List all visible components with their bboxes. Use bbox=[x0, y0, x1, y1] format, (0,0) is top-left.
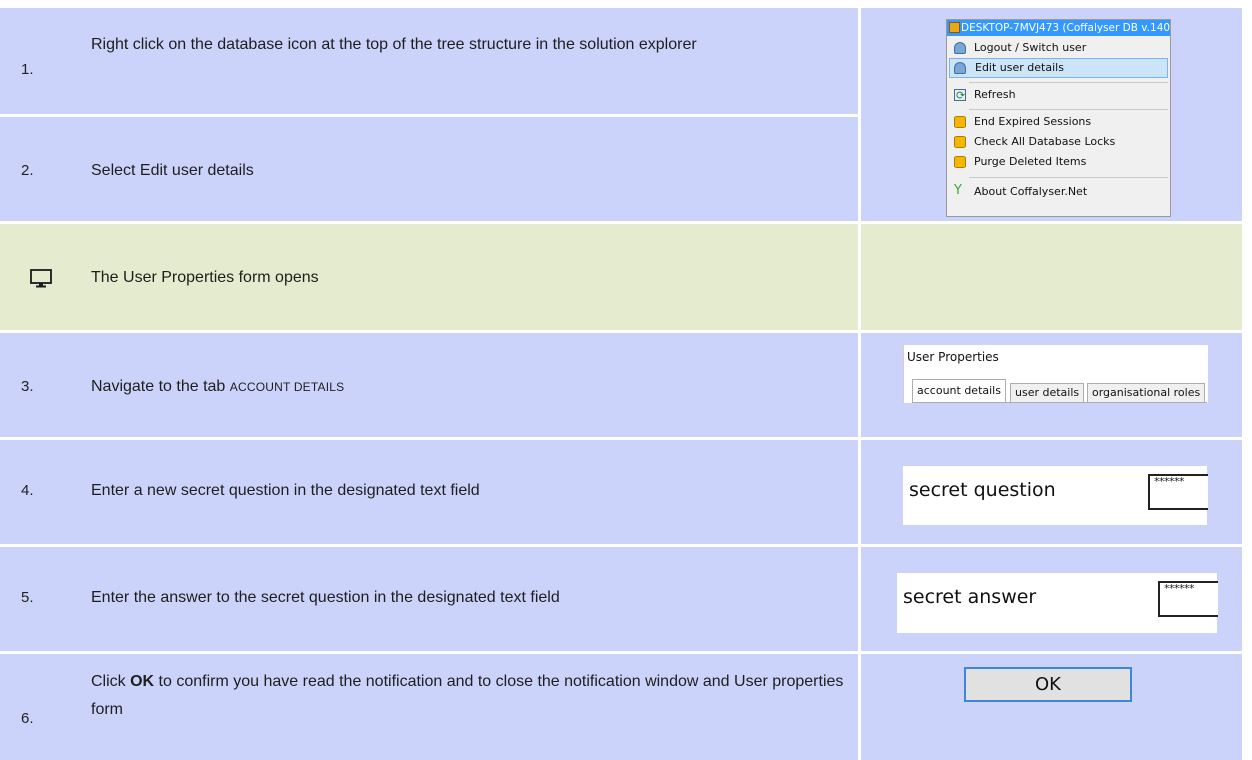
step-text-cell: Click OK to confirm you have read the no… bbox=[72, 654, 858, 760]
tab-name-account-details: ACCOUNT DETAILS bbox=[229, 380, 345, 394]
step-row-6: 6. Click OK to confirm you have read the… bbox=[0, 654, 1242, 760]
step-text: Enter a new secret question in the desig… bbox=[91, 482, 480, 499]
menu-separator bbox=[969, 177, 1168, 178]
step-number-cell: 2. bbox=[0, 117, 72, 221]
step-text-cell: Navigate to the tab ACCOUNT DETAILS bbox=[72, 333, 858, 437]
ok-button[interactable]: OK bbox=[964, 667, 1132, 702]
monitor-icon bbox=[30, 269, 52, 288]
info-text-cell: The User Properties form opens bbox=[72, 224, 858, 330]
step-number: 5. bbox=[21, 589, 34, 606]
secret-answer-field[interactable]: ****** bbox=[1158, 581, 1218, 617]
tab-account-details[interactable]: account details bbox=[912, 379, 1006, 403]
ok-button-screenshot-cell: OK bbox=[861, 654, 1242, 760]
context-menu-screenshot: DESKTOP-7MVJ473 (Coffalyser DB v.140 Log… bbox=[946, 19, 1171, 217]
menu-item-label: End Expired Sessions bbox=[974, 115, 1092, 128]
step-number-cell: 4. bbox=[0, 440, 72, 544]
context-menu-title-text: DESKTOP-7MVJ473 (Coffalyser DB v.140 bbox=[961, 22, 1170, 34]
user-icon bbox=[954, 42, 966, 54]
database-icon bbox=[954, 116, 966, 128]
menu-item-label: Check All Database Locks bbox=[974, 135, 1116, 148]
menu-item-label: Logout / Switch user bbox=[974, 41, 1087, 54]
tab-divider bbox=[912, 402, 1207, 403]
menu-item-purge-deleted-items[interactable]: Purge Deleted Items bbox=[949, 152, 1168, 172]
menu-item-refresh[interactable]: Refresh bbox=[949, 85, 1168, 106]
masked-value: ****** bbox=[1154, 475, 1185, 488]
step-row-3: 3. Navigate to the tab ACCOUNT DETAILS U… bbox=[0, 333, 1242, 437]
step-text-cell: Enter the answer to the secret question … bbox=[72, 547, 858, 651]
menu-item-edit-user-details[interactable]: Edit user details bbox=[949, 58, 1168, 78]
step-text: Navigate to the tab ACCOUNT DETAILS bbox=[91, 373, 344, 401]
step-row-5: 5. Enter the answer to the secret questi… bbox=[0, 547, 1242, 651]
step-number: 3. bbox=[21, 378, 34, 395]
step-text-cell: Select Edit user details bbox=[72, 117, 858, 221]
menu-item-about[interactable]: Y About Coffalyser.Net bbox=[949, 182, 1168, 202]
step-number: 6. bbox=[21, 710, 34, 727]
database-icon bbox=[949, 22, 960, 33]
step-number: 2. bbox=[21, 162, 34, 179]
user-properties-screenshot: User Properties account details user det… bbox=[903, 345, 1208, 403]
step-number-cell: 1. bbox=[0, 8, 72, 114]
masked-value: ****** bbox=[1164, 582, 1195, 595]
secret-question-screenshot: secret question ****** bbox=[903, 466, 1208, 525]
menu-item-label: About Coffalyser.Net bbox=[974, 185, 1088, 198]
step-number: 1. bbox=[21, 61, 34, 78]
context-menu-title: DESKTOP-7MVJ473 (Coffalyser DB v.140 bbox=[947, 20, 1170, 36]
step-row-4: 4. Enter a new secret question in the de… bbox=[0, 440, 1242, 544]
secret-question-field[interactable]: ****** bbox=[1148, 474, 1208, 510]
step-number-cell: 3. bbox=[0, 333, 72, 437]
menu-item-check-database-locks[interactable]: Check All Database Locks bbox=[949, 132, 1168, 152]
user-properties-screenshot-cell: User Properties account details user det… bbox=[861, 333, 1242, 437]
step-text-cell: Right click on the database icon at the … bbox=[72, 8, 858, 114]
tab-user-details[interactable]: user details bbox=[1010, 383, 1085, 403]
menu-item-end-expired-sessions[interactable]: End Expired Sessions bbox=[949, 112, 1168, 132]
database-icon bbox=[954, 156, 966, 168]
refresh-icon bbox=[954, 86, 966, 106]
secret-question-label: secret question bbox=[909, 479, 1056, 501]
step-text-prefix: Click bbox=[91, 673, 131, 690]
database-icon bbox=[954, 136, 966, 148]
step-number-cell: 6. bbox=[0, 654, 72, 760]
menu-item-label: Purge Deleted Items bbox=[974, 155, 1087, 168]
info-image-cell bbox=[861, 224, 1242, 330]
step-number-cell: 5. bbox=[0, 547, 72, 651]
step-text-cell: Enter a new secret question in the desig… bbox=[72, 440, 858, 544]
secret-answer-screenshot: secret answer ****** bbox=[897, 573, 1218, 633]
info-row: The User Properties form opens bbox=[0, 224, 1242, 330]
secret-answer-screenshot-cell: secret answer ****** bbox=[861, 547, 1242, 651]
step-number: 4. bbox=[21, 482, 34, 499]
step-text: Right click on the database icon at the … bbox=[91, 36, 697, 53]
secret-question-screenshot-cell: secret question ****** bbox=[861, 440, 1242, 544]
context-menu-screenshot-cell: DESKTOP-7MVJ473 (Coffalyser DB v.140 Log… bbox=[861, 8, 1242, 221]
info-text: The User Properties form opens bbox=[91, 269, 319, 286]
tab-organisational-roles[interactable]: organisational roles bbox=[1087, 383, 1206, 403]
user-properties-title: User Properties bbox=[907, 350, 999, 364]
user-icon bbox=[954, 62, 966, 74]
coffalyser-logo-icon: Y bbox=[954, 183, 962, 198]
ok-keyword: OK bbox=[130, 673, 155, 690]
step-text: Enter the answer to the secret question … bbox=[91, 589, 560, 606]
menu-item-label: Edit user details bbox=[975, 61, 1064, 74]
info-icon-cell bbox=[0, 224, 72, 330]
step-text: Click OK to confirm you have read the no… bbox=[91, 668, 851, 724]
step-text: Select Edit user details bbox=[91, 162, 254, 179]
menu-item-label: Refresh bbox=[974, 88, 1016, 101]
secret-answer-label: secret answer bbox=[903, 586, 1037, 608]
step-text-suffix: to confirm you have read the notificatio… bbox=[91, 673, 844, 718]
step-text-prefix: Navigate to the tab bbox=[91, 378, 230, 395]
menu-item-logout[interactable]: Logout / Switch user bbox=[949, 38, 1168, 58]
menu-separator bbox=[969, 109, 1168, 110]
menu-separator bbox=[969, 82, 1168, 83]
